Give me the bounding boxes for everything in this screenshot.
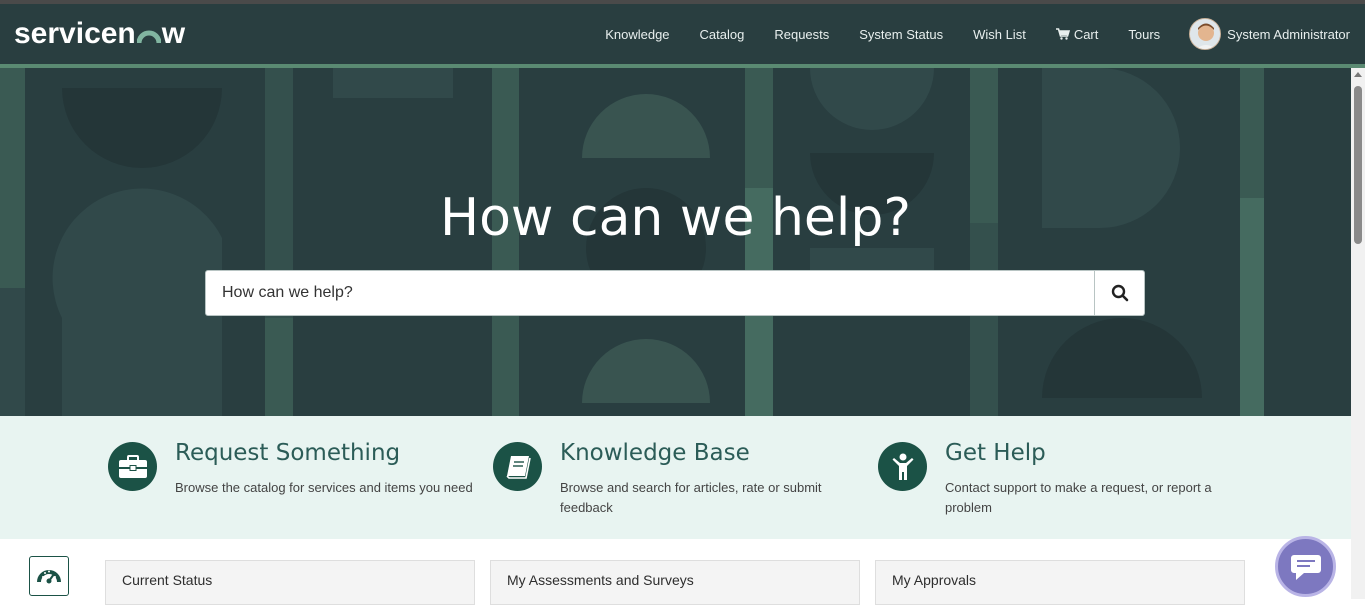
logo-o-mark bbox=[136, 23, 161, 44]
widget-current-status: Current Status bbox=[105, 560, 475, 605]
promo-help-icon-circle bbox=[878, 442, 927, 491]
person-icon bbox=[892, 453, 913, 480]
nav-cart[interactable]: Cart bbox=[1041, 27, 1114, 42]
promo-help-description: Contact support to make a request, or re… bbox=[945, 480, 1212, 515]
user-name: System Administrator bbox=[1227, 26, 1350, 42]
servicenow-logo[interactable]: servicen w bbox=[14, 17, 185, 51]
logo-text-end: w bbox=[161, 17, 186, 50]
nav-catalog-label: Catalog bbox=[699, 26, 745, 42]
scroll-up-arrow[interactable] bbox=[1354, 72, 1362, 77]
promo-help-title[interactable]: Get Help bbox=[945, 440, 1046, 466]
briefcase-icon bbox=[118, 454, 147, 478]
widget-approvals-title: My Approvals bbox=[892, 572, 977, 588]
widget-assessments-title: My Assessments and Surveys bbox=[507, 572, 694, 588]
hero-banner: How can we help? bbox=[0, 68, 1351, 416]
promo-knowledge-icon-circle bbox=[493, 442, 542, 491]
promo-knowledge-title[interactable]: Knowledge Base bbox=[560, 440, 750, 466]
widget-current-status-title: Current Status bbox=[122, 572, 213, 588]
search-input[interactable] bbox=[206, 271, 1094, 315]
nav-wish-list[interactable]: Wish List bbox=[958, 27, 1041, 42]
avatar bbox=[1189, 18, 1222, 50]
nav-menu: Knowledge Catalog Requests System Status… bbox=[590, 4, 1365, 64]
nav-system-status[interactable]: System Status bbox=[844, 27, 958, 42]
user-menu[interactable]: System Administrator bbox=[1175, 18, 1365, 50]
hero-title: How can we help? bbox=[440, 188, 911, 248]
promo-knowledge-description: Browse and search for articles, rate or … bbox=[560, 480, 822, 515]
nav-requests[interactable]: Requests bbox=[759, 27, 844, 42]
nav-system-status-label: System Status bbox=[859, 26, 944, 42]
chat-icon bbox=[1290, 554, 1321, 580]
vertical-scrollbar[interactable] bbox=[1351, 68, 1365, 599]
cart-icon bbox=[1055, 28, 1070, 40]
scroll-thumb[interactable] bbox=[1354, 86, 1362, 244]
widget-my-approvals: My Approvals bbox=[875, 560, 1245, 605]
nav-requests-label: Requests bbox=[774, 26, 830, 42]
chat-button[interactable] bbox=[1275, 536, 1336, 597]
nav-cart-label: Cart bbox=[1073, 26, 1099, 42]
dashboard-button[interactable] bbox=[29, 556, 69, 596]
promo-request-icon-circle bbox=[108, 442, 157, 491]
nav-tours-label: Tours bbox=[1128, 26, 1161, 42]
widget-assessments-surveys: My Assessments and Surveys bbox=[490, 560, 860, 605]
promo-section: Request Something Browse the catalog for… bbox=[0, 416, 1351, 539]
book-icon bbox=[505, 455, 531, 479]
promo-request-description: Browse the catalog for services and item… bbox=[175, 480, 473, 495]
search-icon bbox=[1111, 284, 1128, 302]
nav-knowledge-label: Knowledge bbox=[605, 26, 670, 42]
search-button[interactable] bbox=[1094, 271, 1144, 315]
promo-request-title[interactable]: Request Something bbox=[175, 440, 400, 466]
nav-knowledge[interactable]: Knowledge bbox=[590, 27, 684, 42]
dashboard-gauge-icon bbox=[37, 570, 61, 584]
widgets-area: Current Status My Assessments and Survey… bbox=[0, 539, 1351, 605]
nav-wish-list-label: Wish List bbox=[973, 26, 1026, 42]
search-box bbox=[205, 270, 1145, 316]
logo-text-start: servicen bbox=[14, 17, 136, 50]
nav-catalog[interactable]: Catalog bbox=[685, 27, 760, 42]
nav-tours[interactable]: Tours bbox=[1113, 27, 1175, 42]
